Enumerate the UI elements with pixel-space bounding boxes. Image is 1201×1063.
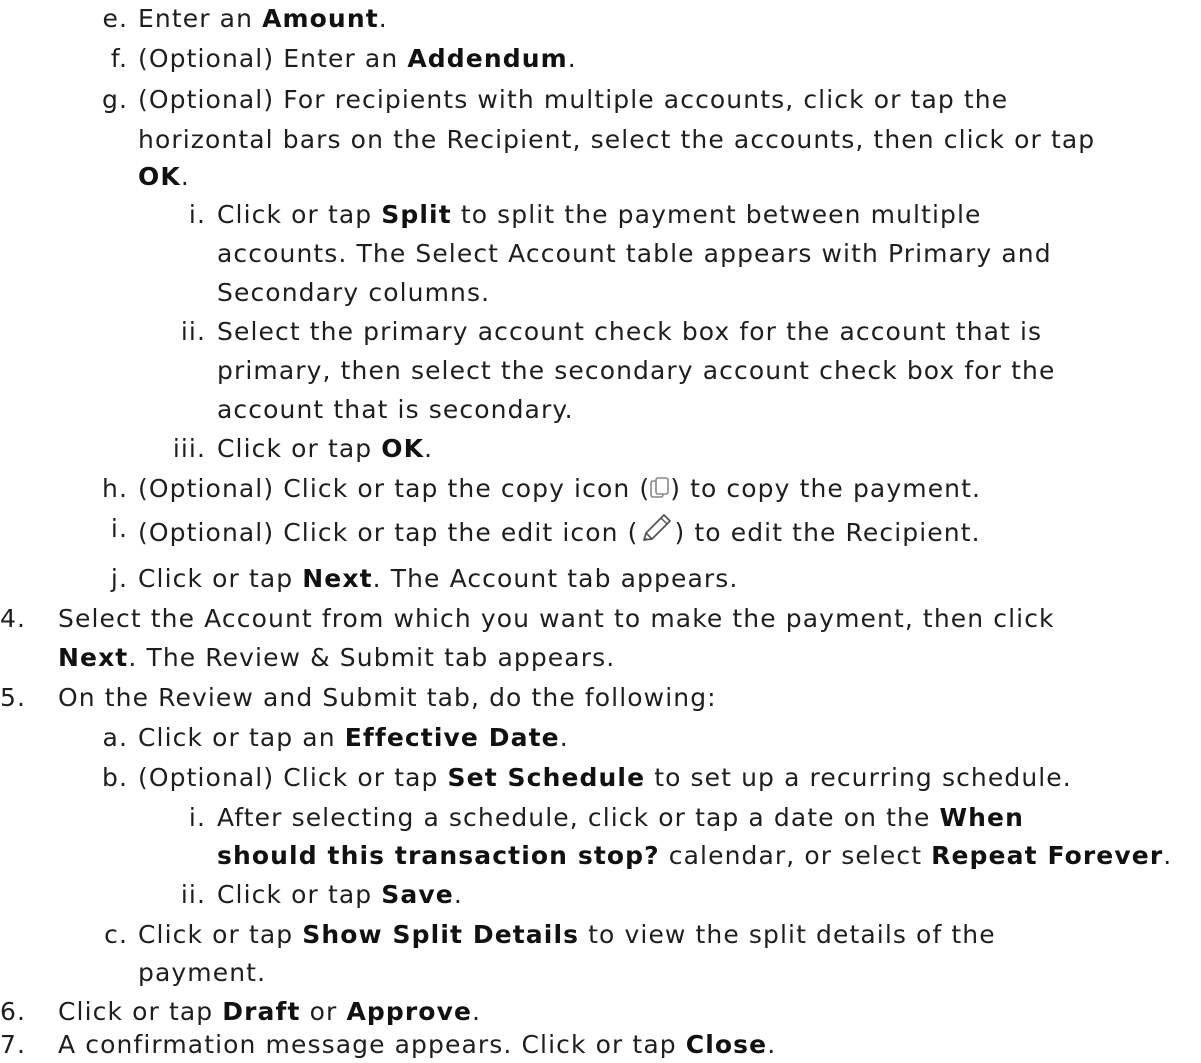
list-item-text: Click or tap an Effective Date. — [138, 723, 569, 752]
list-item-text: After selecting a schedule, click or tap… — [217, 803, 1025, 832]
list-item-text: Select the primary account check box for… — [217, 317, 1043, 346]
list-item-text: (Optional) For recipients with multiple … — [138, 85, 1009, 114]
list-marker: 5. — [0, 683, 27, 712]
list-marker: ii. — [180, 317, 206, 346]
list-marker: c. — [104, 920, 128, 949]
list-marker: f. — [110, 44, 128, 73]
list-marker: e. — [102, 4, 128, 33]
list-item-text: Click or tap Show Split Details to view … — [138, 920, 996, 949]
list-marker: g. — [101, 85, 128, 114]
list-item-text: Click or tap Draft or Approve. — [58, 997, 482, 1026]
list-marker: 6. — [0, 997, 27, 1026]
list-item-text: (Optional) Click or tap the edit icon ()… — [138, 511, 981, 555]
list-marker: 4. — [0, 604, 27, 633]
list-marker: i. — [188, 200, 206, 229]
list-marker: b. — [101, 763, 128, 792]
list-marker: iii. — [172, 434, 206, 463]
list-item-text: Click or tap Split to split the payment … — [217, 200, 982, 229]
list-item-text: Click or tap OK. — [217, 434, 434, 463]
list-item-text: Click or tap Next. The Account tab appea… — [138, 564, 739, 593]
list-item-text: (Optional) Click or tap Set Schedule to … — [138, 763, 1072, 792]
list-marker: 7. — [0, 1030, 27, 1059]
edit-pencil-icon — [638, 511, 674, 555]
copy-icon — [650, 475, 670, 511]
list-item-text: Select the Account from which you want t… — [58, 604, 1055, 633]
list-item-text: A confirmation message appears. Click or… — [58, 1030, 777, 1059]
list-marker: h. — [102, 474, 128, 503]
list-marker: i. — [110, 514, 128, 543]
list-marker: ii. — [180, 880, 206, 909]
list-item-text: Click or tap Save. — [217, 880, 463, 909]
list-marker: i. — [188, 803, 206, 832]
list-item-text: Enter an Amount. — [138, 4, 388, 33]
list-marker: a. — [102, 723, 128, 752]
list-item-text: On the Review and Submit tab, do the fol… — [58, 683, 717, 712]
list-item-text: (Optional) Enter an Addendum. — [138, 44, 577, 73]
list-marker: j. — [110, 564, 128, 593]
list-item-text: (Optional) Click or tap the copy icon ()… — [138, 471, 981, 511]
